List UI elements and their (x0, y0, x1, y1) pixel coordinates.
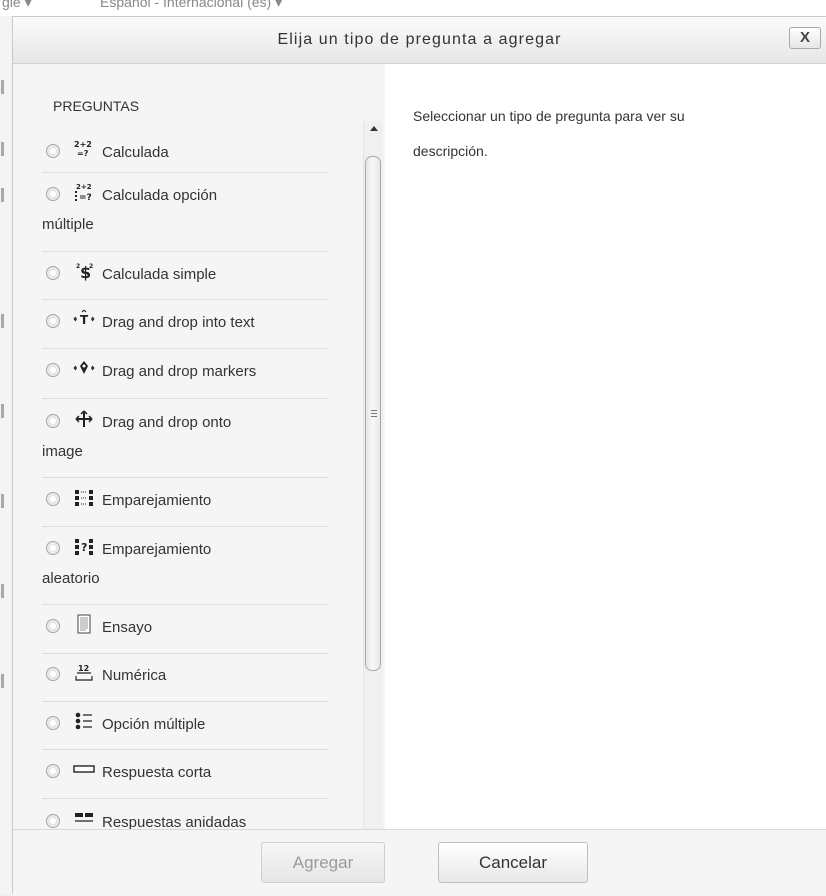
close-button[interactable]: X (789, 27, 821, 49)
radio-button[interactable] (46, 144, 60, 158)
option-opcion-multiple[interactable]: Opción múltiple (42, 702, 328, 750)
radio-button[interactable] (46, 619, 60, 633)
option-calculada-simple[interactable]: 2 $2 Calculada simple (42, 252, 328, 300)
option-label: Numérica (102, 667, 167, 684)
option-label: Calculada simple (102, 266, 217, 283)
drag-drop-markers-icon (73, 358, 95, 378)
calculated-icon: 2+2 =? (73, 139, 95, 159)
radio-button[interactable] (46, 716, 60, 730)
option-label: Opción múltiple (102, 716, 206, 733)
radio-button[interactable] (46, 266, 60, 280)
option-drag-drop-text[interactable]: T Drag and drop into text (42, 300, 328, 349)
option-numerica[interactable]: 12 Numérica (42, 654, 328, 702)
question-type-description: Seleccionar un tipo de pregunta para ver… (413, 99, 783, 169)
radio-button[interactable] (46, 541, 60, 555)
svg-text:12: 12 (78, 664, 89, 673)
option-label: Emparejamiento (102, 541, 212, 558)
dialog-title: Elija un tipo de pregunta a agregar (277, 31, 562, 48)
multichoice-icon (73, 711, 95, 731)
option-label: Drag and drop into text (102, 314, 255, 331)
add-button[interactable]: Agregar (261, 842, 385, 883)
calculated-multichoice-icon: 2+2 =? (73, 182, 95, 203)
options-heading: PREGUNTAS (53, 98, 140, 114)
radio-button[interactable] (46, 187, 60, 201)
option-label: Ensayo (102, 619, 153, 636)
calculated-simple-icon: 2 $2 (73, 261, 95, 282)
description-line-1: Seleccionar un tipo de pregunta para ver… (413, 108, 685, 124)
option-label: Respuesta corta (102, 764, 212, 781)
radio-button[interactable] (46, 414, 60, 428)
svg-text:2+2: 2+2 (74, 140, 92, 149)
option-label: Drag and drop markers (102, 363, 257, 380)
option-label: Drag and drop onto (102, 414, 232, 431)
embedded-answers-icon (73, 809, 95, 829)
svg-text:2: 2 (89, 263, 93, 270)
radio-button[interactable] (46, 814, 60, 828)
option-emparejamiento-aleatorio[interactable]: ? Emparejamiento aleatorio (42, 527, 328, 605)
radio-button[interactable] (46, 492, 60, 506)
option-label-continued: image (42, 443, 83, 460)
background-page-edge (0, 16, 12, 894)
option-label: Respuestas anidadas (102, 814, 247, 829)
question-type-dialog: Elija un tipo de pregunta a agregar X PR… (12, 16, 826, 896)
option-label-continued: aleatorio (42, 570, 100, 587)
option-label-continued: múltiple (42, 216, 94, 233)
option-label: Calculada opción (102, 187, 218, 204)
drag-drop-text-icon: T (73, 309, 95, 329)
dialog-header: Elija un tipo de pregunta a agregar X (13, 17, 826, 64)
option-respuesta-corta[interactable]: Respuesta corta (42, 750, 328, 799)
option-emparejamiento[interactable]: Emparejamiento (42, 478, 328, 527)
svg-text:?: ? (81, 541, 87, 554)
option-respuestas-anidadas[interactable]: Respuestas anidadas (42, 799, 328, 829)
background-text-left: gle ▾ (2, 0, 32, 10)
svg-text:2+2: 2+2 (76, 183, 92, 191)
description-line-2: descripción. (413, 143, 488, 159)
option-drag-drop-markers[interactable]: Drag and drop markers (42, 349, 328, 399)
options-scrollbar[interactable] (363, 121, 383, 829)
short-answer-icon (73, 759, 95, 779)
random-matching-icon: ? (73, 536, 95, 556)
option-label: Emparejamiento (102, 492, 212, 509)
svg-text:T: T (80, 313, 89, 327)
radio-button[interactable] (46, 667, 60, 681)
option-drag-drop-image[interactable]: Drag and drop onto image (42, 399, 328, 478)
radio-button[interactable] (46, 314, 60, 328)
background-page-strip: gle ▾ Español - Internacional (es) ▾ (0, 0, 826, 16)
grip-icon (371, 410, 377, 411)
numerical-icon: 12 (73, 662, 95, 682)
option-calculada-opcion-multiple[interactable]: 2+2 =? Calculada opción múltiple (42, 174, 328, 252)
dialog-footer: Agregar Cancelar (13, 829, 826, 896)
question-types-list: PREGUNTAS 2+2 =? Calculada 2+2 =? Calculad… (13, 64, 385, 829)
cancel-button[interactable]: Cancelar (438, 842, 588, 883)
matching-icon (73, 487, 95, 507)
option-ensayo[interactable]: Ensayo (42, 605, 328, 654)
option-label: Calculada (102, 144, 169, 161)
svg-text:=?: =? (77, 149, 89, 158)
radio-button[interactable] (46, 363, 60, 377)
background-language-menu: Español - Internacional (es) ▾ (100, 0, 283, 10)
scroll-up-arrow-icon[interactable] (370, 126, 378, 131)
svg-text:=?: =? (79, 193, 92, 202)
scrollbar-thumb[interactable] (365, 156, 381, 671)
option-calculada[interactable]: 2+2 =? Calculada (42, 134, 328, 173)
drag-drop-image-icon (73, 409, 95, 429)
radio-button[interactable] (46, 764, 60, 778)
essay-icon (73, 614, 95, 634)
